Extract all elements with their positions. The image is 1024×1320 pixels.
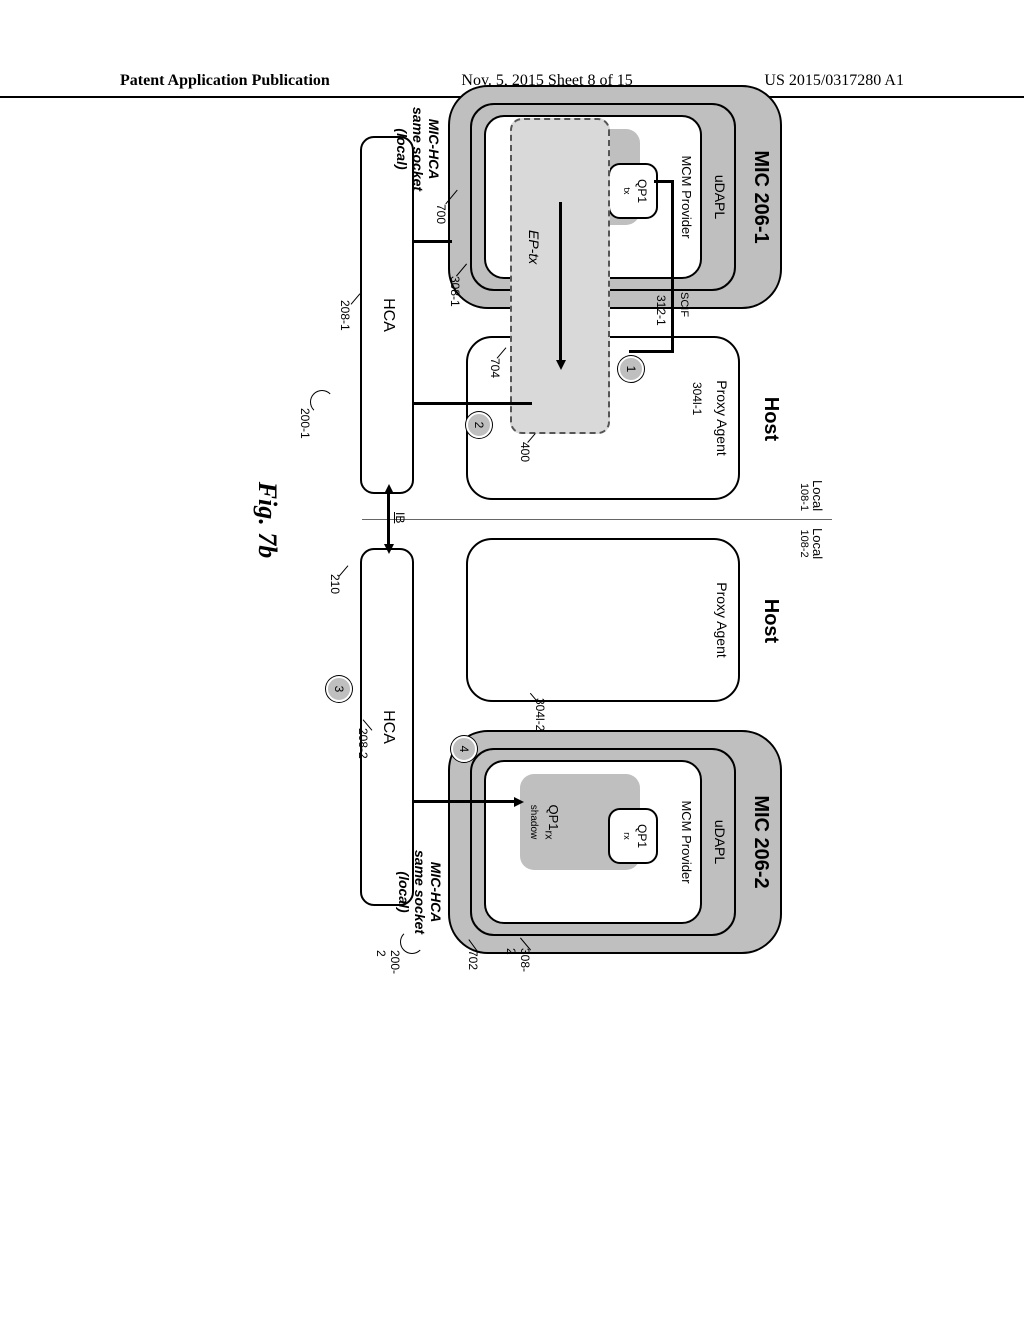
mic2-shadow-word: shadow <box>528 805 539 839</box>
ref-700: 700 <box>434 204 448 224</box>
hook-200-2 <box>400 930 424 954</box>
diagram: Local 108-1 Local 108-2 MIC 206-1 uDAPL … <box>192 80 832 960</box>
ref-308-1: 308-1 <box>448 276 462 307</box>
local-left-line1: Local <box>810 480 824 511</box>
host1-to-hca <box>414 402 532 405</box>
local-right-line2: 108-2 <box>798 528 810 559</box>
step-2: 2 <box>466 412 492 438</box>
ep-label: EP-tx <box>526 230 542 264</box>
ref-210: 210 <box>328 574 342 594</box>
ref-702: 702 <box>466 950 480 970</box>
local-left-line2: 108-1 <box>798 480 810 511</box>
michca-right: MIC-HCA same socket (local) <box>396 850 444 934</box>
step-1: 1 <box>618 356 644 382</box>
mic2-shadow-name: QP1 <box>546 804 561 830</box>
ref-312-1: 312-1 <box>654 295 668 326</box>
scif-h <box>671 180 674 352</box>
michca-l-1: MIC-HCA <box>426 119 442 180</box>
mic2-udapl-label: uDAPL <box>712 750 728 934</box>
figure-rotated: Local 108-1 Local 108-2 MIC 206-1 uDAPL … <box>192 80 832 960</box>
mic2-shadow-label: QP1rx shadow <box>528 784 560 860</box>
local-label-left: Local 108-1 <box>798 480 824 511</box>
mic2-mcm-label: MCM Provider <box>679 762 694 922</box>
ref-3041-1: 304l-1 <box>690 382 704 415</box>
mic2-shadow-sub: rx <box>542 830 554 839</box>
ref-704: 704 <box>488 358 502 378</box>
lead-210 <box>339 565 349 576</box>
host2-title: Host <box>759 538 782 704</box>
scif-v2 <box>629 350 674 353</box>
host2-proxy: Proxy Agent <box>466 538 740 702</box>
mic2-qp: QP1 rx <box>608 808 658 864</box>
mic1-mcm-label: MCM Provider <box>679 117 694 277</box>
mic1-title: MIC 206-1 <box>749 87 772 307</box>
mic2-title: MIC 206-2 <box>749 732 772 952</box>
ib-label: IB <box>393 512 407 523</box>
mic2-udapl: uDAPL MCM Provider QP1rx shadow QP1 rx <box>470 748 736 936</box>
host1-title: Host <box>759 336 782 502</box>
mic2-qp-sub: rx <box>622 832 632 840</box>
mic-block-2: MIC 206-2 uDAPL MCM Provider QP1rx shado… <box>448 730 782 954</box>
ref-400: 400 <box>518 442 532 462</box>
patent-page: Patent Application Publication Nov. 5, 2… <box>0 0 1024 1320</box>
ref-208-2: 208-2 <box>356 728 370 759</box>
michca-l-3: (local) <box>394 128 410 169</box>
mic2-qp-name: QP1 <box>635 824 649 848</box>
host1-proxy-label: Proxy Agent <box>714 338 730 498</box>
ib-arrow-l <box>384 484 394 494</box>
michca-left: MIC-HCA same socket (local) <box>394 107 442 191</box>
step-4: 4 <box>451 736 477 762</box>
lead-208-1 <box>351 293 361 304</box>
mic2-mcm: MCM Provider QP1rx shadow QP1 rx <box>484 760 702 924</box>
michca-r-1: MIC-HCA <box>428 862 444 923</box>
host-block-2: Host Proxy Agent <box>452 538 782 704</box>
divider-line <box>362 519 832 520</box>
scif-label: SCIF <box>678 292 690 317</box>
ref-308-2: 308-2 <box>504 948 532 972</box>
local-label-right: Local 108-2 <box>798 528 824 559</box>
michca-r-2: same socket <box>412 850 428 934</box>
ep-arrowhead <box>556 360 566 370</box>
host2-proxy-label: Proxy Agent <box>714 540 730 700</box>
ref-3041-2: 304l-2 <box>533 698 547 731</box>
ib-arrow-r <box>384 544 394 554</box>
michca-r-3: (local) <box>396 871 412 912</box>
ep-arrow <box>559 202 562 362</box>
mic1-to-hca <box>414 240 452 243</box>
mic1-qp-name: QP1 <box>635 179 649 203</box>
figure-label: Fig. 7b <box>252 482 282 559</box>
ref-208-1: 208-1 <box>338 300 352 331</box>
mic1-qp: QP1 tx <box>608 163 658 219</box>
ref-200-2: 200-2 <box>374 950 402 974</box>
hook-200-1 <box>310 390 334 414</box>
hca2-up <box>414 800 516 803</box>
ref-200-1: 200-1 <box>298 408 312 439</box>
mic1-qp-sub: tx <box>622 187 632 194</box>
mic1-udapl-label: uDAPL <box>712 105 728 289</box>
ib-link <box>388 492 391 546</box>
step-3: 3 <box>326 676 352 702</box>
michca-l-2: same socket <box>410 107 426 191</box>
mic-block-1: MIC 206-1 uDAPL MCM Provider QP1tx shado… <box>448 85 782 309</box>
local-right-line1: Local <box>810 528 824 559</box>
hca2-up-head <box>514 797 524 807</box>
